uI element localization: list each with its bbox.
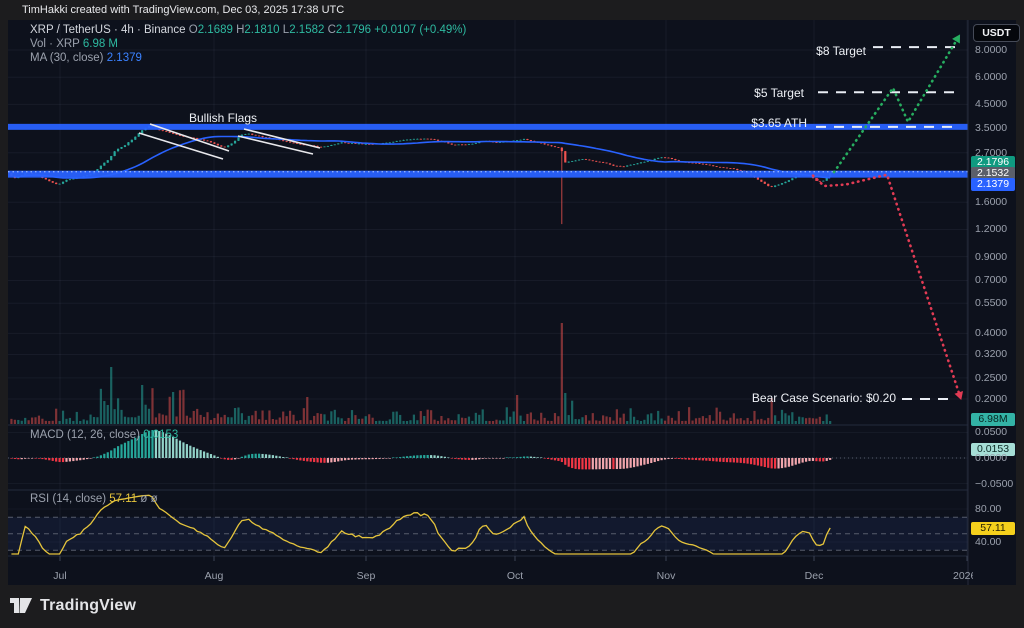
month-axis-label[interactable]: Oct	[495, 570, 535, 582]
price-tick-label[interactable]: 1.6000	[975, 196, 1007, 208]
chart-plot[interactable]	[8, 20, 1016, 585]
symbol-legend[interactable]: XRP / TetherUS · 4h · Binance O2.1689 H2…	[30, 24, 466, 37]
symbol-title: XRP / TetherUS · 4h · Binance	[30, 24, 186, 36]
volume-value: 6.98 M	[83, 38, 118, 50]
target-5-label: $5 Target	[704, 86, 804, 100]
attribution-text: TimHakki created with TradingView.com, D…	[22, 4, 344, 16]
price-tick-label[interactable]: 0.2500	[975, 372, 1007, 384]
rsi-hidden-series: ø ø	[140, 493, 157, 505]
price-tick-label[interactable]: 0.4000	[975, 327, 1007, 339]
volume-badge: 6.98M	[971, 413, 1015, 426]
month-axis-label[interactable]: Dec	[794, 570, 834, 582]
target-8-label: $8 Target	[766, 44, 866, 58]
ma-legend[interactable]: MA (30, close) 2.1379	[30, 52, 142, 65]
month-axis-label[interactable]: Nov	[646, 570, 686, 582]
price-tick-label[interactable]: 0.3200	[975, 348, 1007, 360]
close-value: 2.1796	[336, 24, 371, 36]
macd-tick-label[interactable]: 0.0000	[975, 452, 1007, 464]
macd-tick-label[interactable]: 0.0500	[975, 426, 1007, 438]
price-tick-label[interactable]: 8.0000	[975, 44, 1007, 56]
macd-tick-label[interactable]: −0.0500	[975, 478, 1013, 490]
price-tick-label[interactable]: 0.2000	[975, 393, 1007, 405]
price-tick-label[interactable]: 2.7000	[975, 147, 1007, 159]
rsi-badge: 57.11	[971, 522, 1015, 535]
rsi-legend[interactable]: RSI (14, close) 57.11 ø ø	[30, 493, 158, 506]
macd-value: 0.0153	[143, 429, 178, 441]
month-axis-label[interactable]: Aug	[194, 570, 234, 582]
bullish-flags-label: Bullish Flags	[153, 111, 293, 125]
ma-value: 2.1379	[107, 52, 142, 64]
ath-label: $3.65 ATH	[707, 116, 807, 130]
currency-toggle-button[interactable]: USDT	[973, 24, 1020, 42]
month-axis-label[interactable]: Sep	[346, 570, 386, 582]
macd-legend[interactable]: MACD (12, 26, close) 0.0153	[30, 429, 178, 442]
price-tick-label[interactable]: 0.9000	[975, 251, 1007, 263]
rsi-tick-label[interactable]: 40.00	[975, 536, 1001, 548]
price-tick-label[interactable]: 4.5000	[975, 98, 1007, 110]
low-value: 2.1582	[289, 24, 324, 36]
change-value: +0.0107 (+0.49%)	[374, 24, 466, 36]
ma-price-badge: 2.1379	[971, 178, 1015, 191]
price-tick-label[interactable]: 6.0000	[975, 71, 1007, 83]
bear-case-label: Bear Case Scenario: $0.20	[696, 391, 896, 405]
tradingview-chart-page: TimHakki created with TradingView.com, D…	[0, 0, 1024, 628]
rsi-value: 57.11	[109, 493, 137, 505]
volume-legend[interactable]: Vol · XRP 6.98 M	[30, 38, 118, 51]
tradingview-logo-icon	[10, 596, 33, 615]
rsi-tick-label[interactable]: 80.00	[975, 503, 1001, 515]
tradingview-logo[interactable]: TradingView	[10, 596, 136, 615]
price-tick-label[interactable]: 1.2000	[975, 223, 1007, 235]
price-tick-label[interactable]: 0.5500	[975, 297, 1007, 309]
open-value: 2.1689	[198, 24, 233, 36]
high-value: 2.1810	[244, 24, 279, 36]
year-axis-label[interactable]: 2026	[953, 570, 973, 582]
month-axis-label[interactable]: Jul	[40, 570, 80, 582]
price-tick-label[interactable]: 0.7000	[975, 274, 1007, 286]
price-tick-label[interactable]: 3.5000	[975, 122, 1007, 134]
chart-canvas[interactable]	[8, 20, 1016, 585]
